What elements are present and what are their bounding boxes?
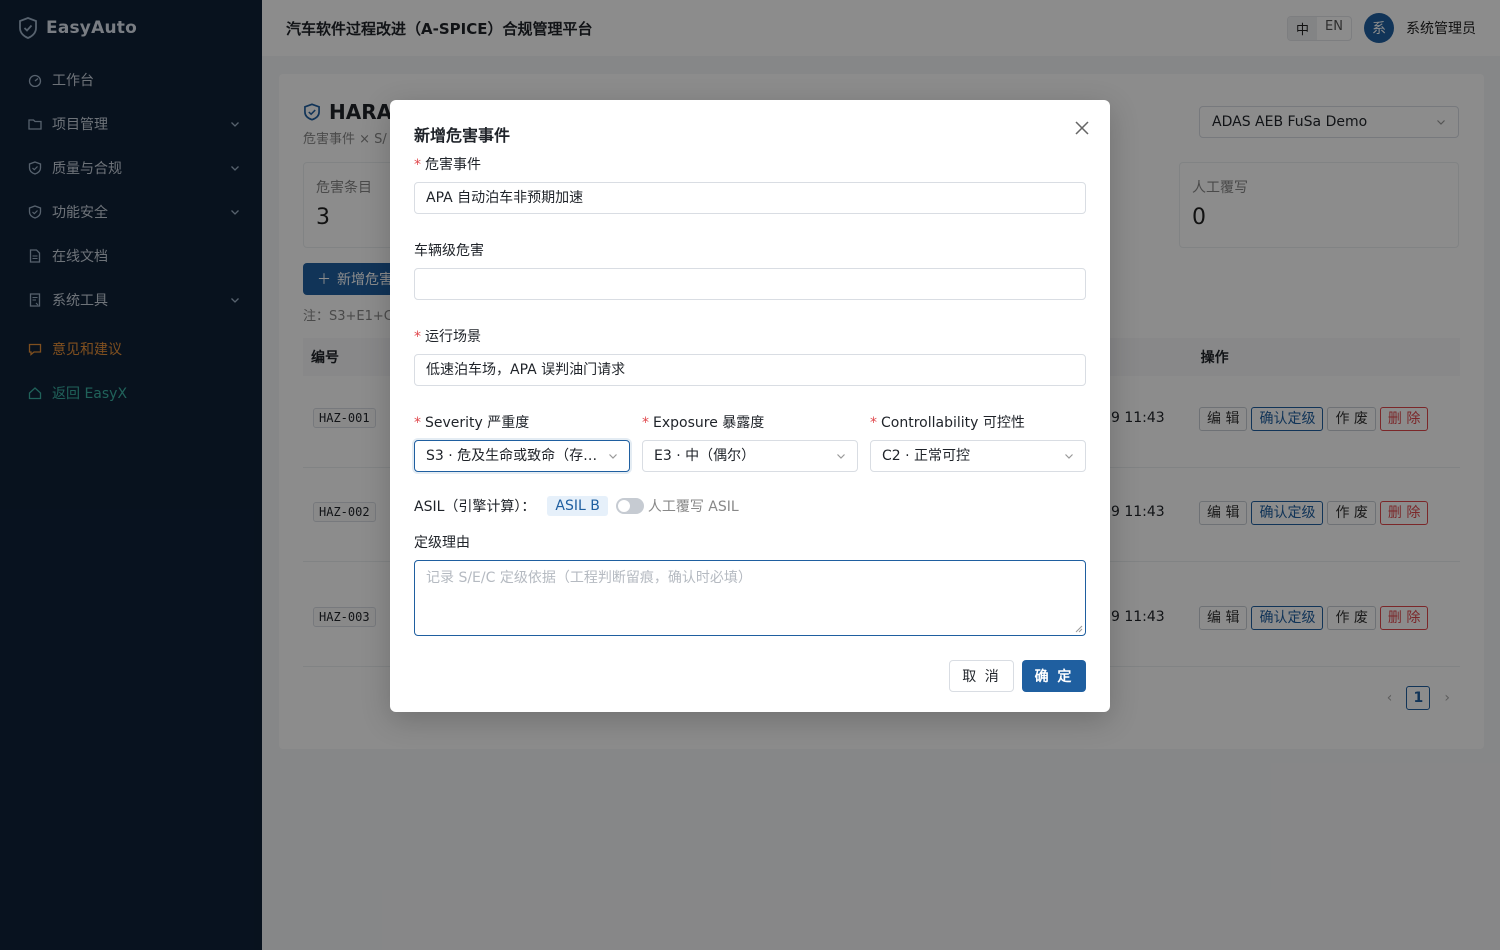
- override-asil-toggle[interactable]: [615, 498, 644, 514]
- controllability-value: C2 · 正常可控: [882, 448, 971, 464]
- scenario-label: * 运行场景: [414, 329, 481, 345]
- confirm-button[interactable]: 确 定: [1022, 660, 1086, 692]
- exposure-label-text: Exposure 暴露度: [653, 415, 765, 431]
- hazard-label: * 危害事件: [414, 157, 481, 173]
- chevron-down-icon: [609, 454, 617, 459]
- controllability-label-text: Controllability 可控性: [881, 415, 1025, 431]
- controllability-select[interactable]: C2 · 正常可控: [870, 440, 1086, 472]
- add-hazard-dialog: 新增危害事件 * 危害事件 APA 自动泊车非预期加速 车辆级危害 * 运行场景 低…: [390, 100, 1110, 712]
- resize-grip-icon[interactable]: [1075, 625, 1083, 633]
- chevron-down-icon: [837, 454, 845, 459]
- controllability-label: * Controllability 可控性: [870, 415, 1025, 431]
- reason-placeholder: 记录 S/E/C 定级依据（工程判断留痕，确认时必填）: [426, 570, 752, 586]
- severity-value: S3 · 危及生命或致命（存活不确定）: [426, 448, 602, 464]
- severity-label: * Severity 严重度: [414, 415, 530, 431]
- exposure-label: * Exposure 暴露度: [642, 415, 765, 431]
- reason-textarea[interactable]: 记录 S/E/C 定级依据（工程判断留痕，确认时必填）: [414, 560, 1086, 636]
- asil-row: ASIL（引擎计算）： ASIL B 人工覆写 ASIL: [414, 496, 739, 516]
- dialog-title: 新增危害事件: [414, 126, 511, 145]
- override-asil-label: 人工覆写 ASIL: [647, 499, 739, 515]
- severity-label-text: Severity 严重度: [425, 415, 530, 431]
- exposure-select[interactable]: E3 · 中（偶尔）: [642, 440, 858, 472]
- scenario-input[interactable]: 低速泊车场，APA 误判油门请求: [414, 354, 1086, 386]
- vehicle-hazard-input[interactable]: [414, 268, 1086, 300]
- vehicle-hazard-label: 车辆级危害: [414, 243, 484, 259]
- hazard-label-text: 危害事件: [425, 157, 481, 173]
- hazard-input[interactable]: APA 自动泊车非预期加速: [414, 182, 1086, 214]
- severity-select[interactable]: S3 · 危及生命或致命（存活不确定）: [414, 440, 630, 472]
- close-icon[interactable]: [1074, 120, 1090, 136]
- reason-label: 定级理由: [414, 535, 470, 551]
- asil-badge: ASIL B: [547, 496, 608, 516]
- chevron-down-icon: [1065, 454, 1073, 459]
- cancel-button[interactable]: 取 消: [949, 660, 1014, 692]
- scenario-label-text: 运行场景: [425, 329, 481, 345]
- asil-label: ASIL（引擎计算）：: [414, 499, 536, 515]
- exposure-value: E3 · 中（偶尔）: [654, 448, 756, 464]
